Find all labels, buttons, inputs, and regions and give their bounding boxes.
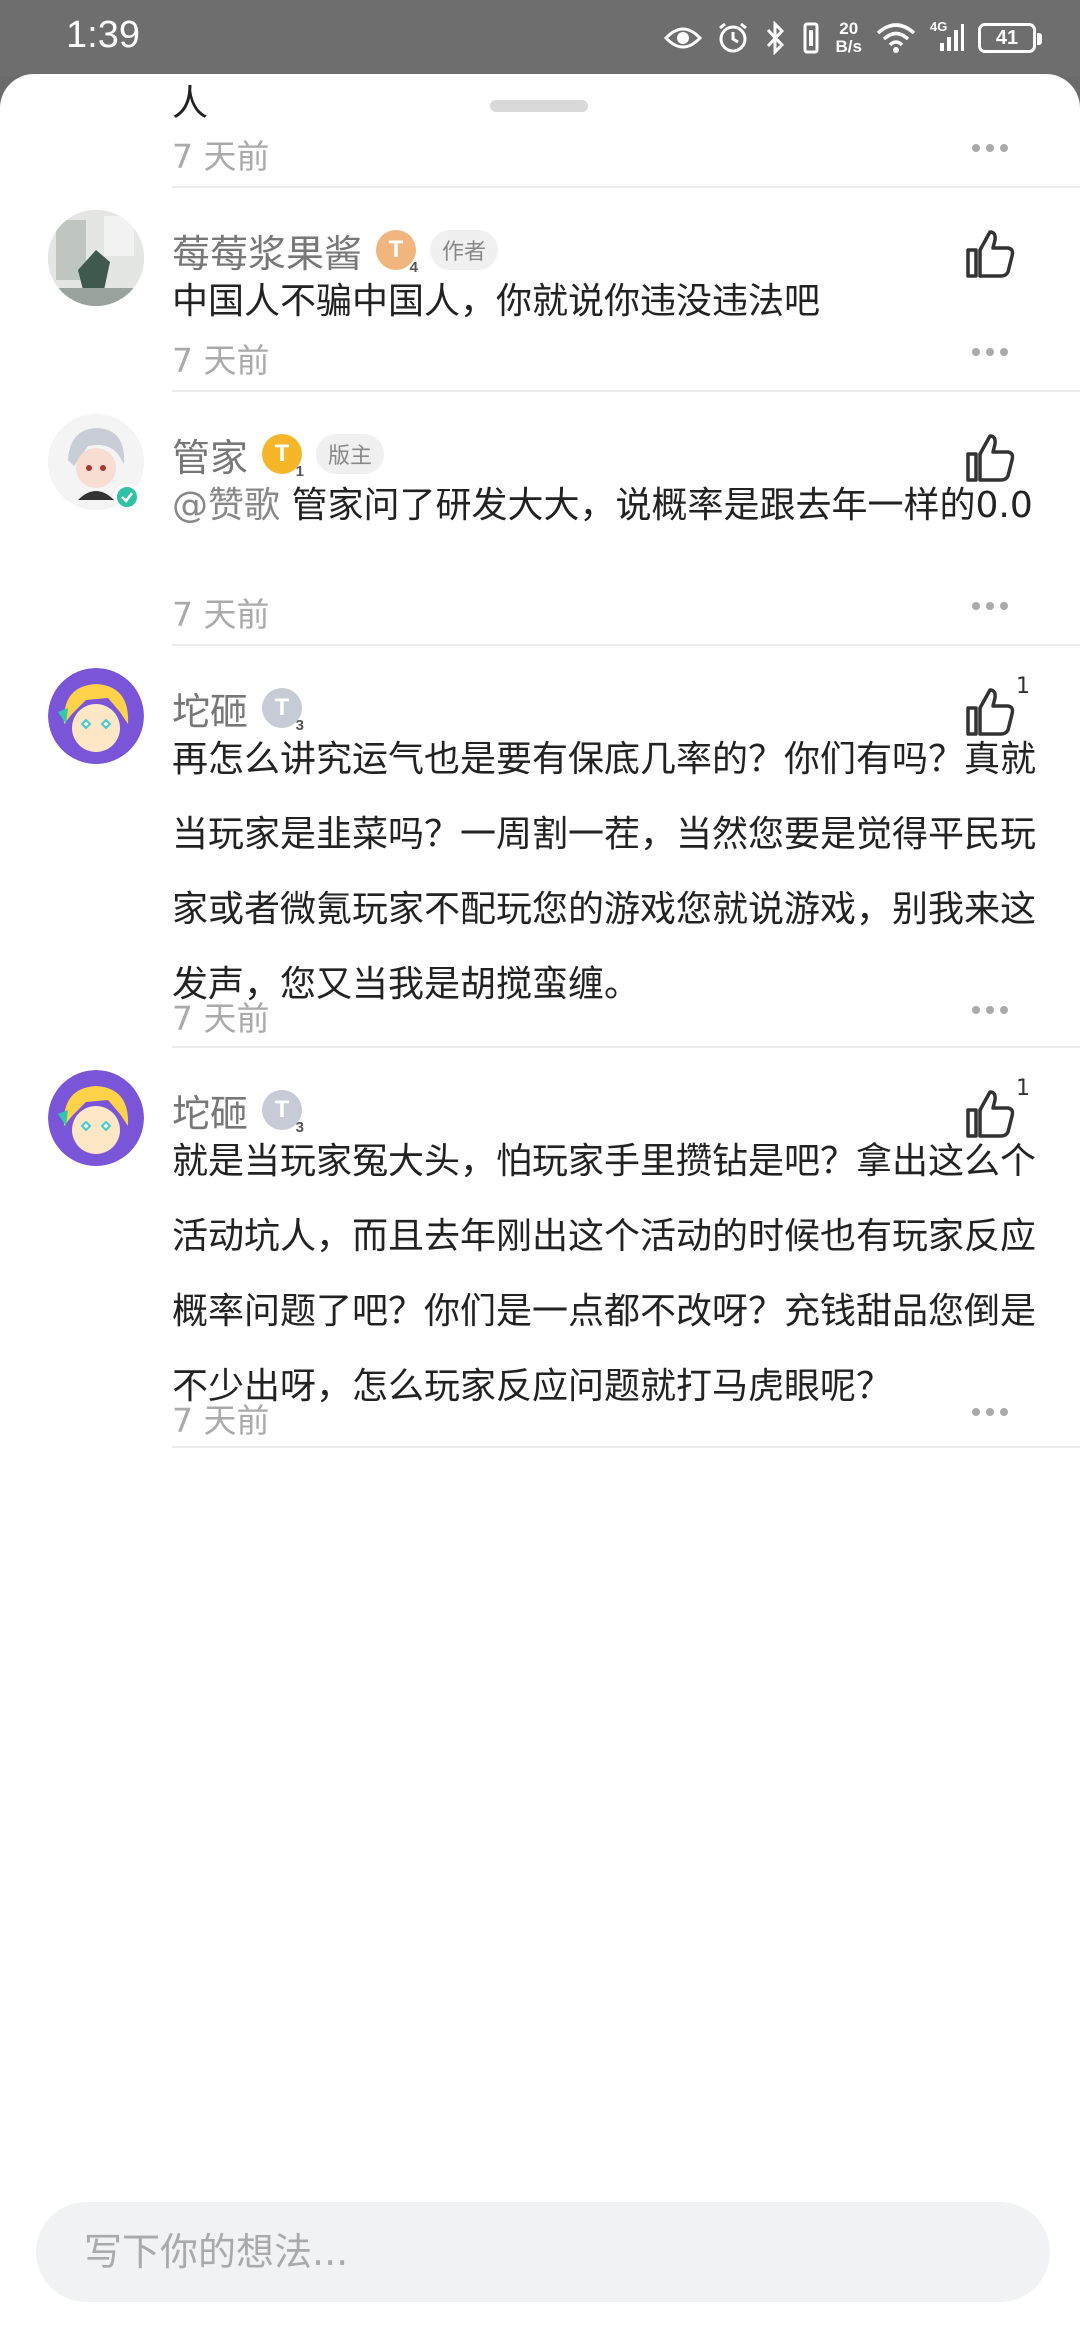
like-count: 1 [1016,674,1030,699]
more-dots-icon[interactable] [972,144,1008,154]
speed-value: 20 [839,19,859,38]
signal-icon: 4G [930,19,964,53]
level-letter: T [274,440,290,467]
network-type: 4G [930,19,948,34]
divider [172,644,1080,646]
comment-text: 人 [172,83,209,124]
level-letter: T [388,236,404,263]
comment-time: 7 天前 [172,999,270,1038]
status-icons: 20 B/s 4G 41 [663,14,1042,62]
avatar[interactable] [48,210,144,306]
eye-icon [663,24,702,52]
comment-time: 7 天前 [172,137,270,176]
avatar[interactable] [48,668,144,764]
speed-unit: B/s [835,37,862,56]
wifi-icon [876,23,916,53]
more-dots-icon[interactable] [972,348,1008,358]
comment-text: @赞歌 管家问了研发大大，说概率是跟去年一样的0.0 [172,468,1042,543]
comment-time: 7 天前 [172,595,270,634]
alarm-icon [716,21,750,55]
comment-time: 7 天前 [172,341,270,380]
more-dots-icon[interactable] [972,1006,1008,1016]
battery-indicator: 41 [978,23,1042,53]
avatar[interactable] [48,414,144,510]
vibrate-icon [800,21,822,55]
status-time: 1:39 [66,14,140,56]
mention-link[interactable]: @赞歌 [172,485,280,526]
scroll-fade [0,2086,1080,2166]
verified-icon [114,484,140,510]
divider [172,186,1080,188]
comment-text: 中国人不骗中国人，你就说你违没违法吧 [172,281,821,322]
comment-input[interactable]: 写下你的想法... [36,2202,1050,2302]
more-dots-icon[interactable] [972,602,1008,612]
divider [172,1046,1080,1048]
divider [172,1446,1080,1448]
more-dots-icon[interactable] [972,1408,1008,1418]
divider [172,390,1080,392]
comment-body: 管家问了研发大大，说概率是跟去年一样的0.0 [291,485,1033,526]
level-letter: T [274,694,290,721]
status-bar: 1:39 20 B/s 4G 41 [0,0,1080,76]
comment-text: 就是当玩家冤大头，怕玩家手里攒钻是吧？拿出这么个活动坑人，而且去年刚出这个活动的… [172,1141,1037,1407]
network-speed: 20 B/s [836,20,862,56]
comments-sheet: 人 7 天前 莓莓浆果酱 T4 作者 中国人不骗中国人，你就说你违没违法吧 7 … [0,74,1080,2340]
bluetooth-icon [764,21,786,55]
level-letter: T [274,1096,290,1123]
comment-time: 7 天前 [172,1401,270,1440]
like-count: 1 [1016,1076,1030,1101]
avatar[interactable] [48,1070,144,1166]
comment-text: 再怎么讲究运气也是要有保底几率的？你们有吗？真就当玩家是韭菜吗？一周割一茬，当然… [172,739,1037,1005]
